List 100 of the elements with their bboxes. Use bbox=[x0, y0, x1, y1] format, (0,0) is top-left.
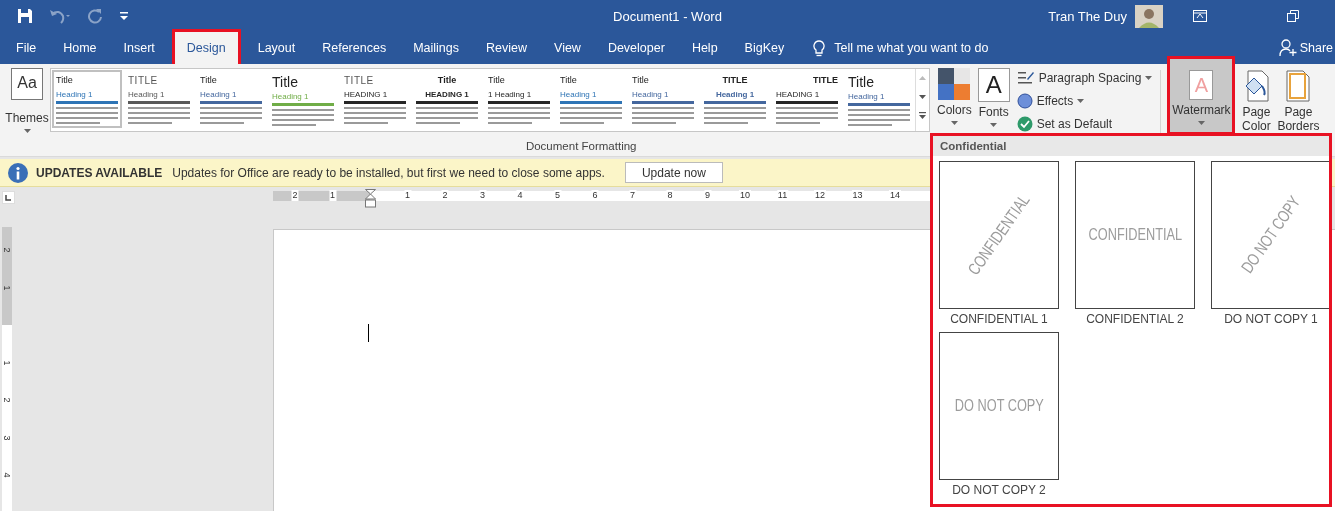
ribbon-tab[interactable]: Insert bbox=[113, 32, 165, 64]
option-label: CONFIDENTIAL 2 bbox=[1086, 312, 1184, 326]
ribbon-tab[interactable]: BigKey bbox=[734, 32, 795, 64]
ribbon-tab[interactable]: View bbox=[544, 32, 591, 64]
ribbon-tab[interactable]: Home bbox=[53, 32, 107, 64]
watermark-button[interactable]: A Watermark bbox=[1167, 56, 1236, 135]
caret-icon bbox=[990, 123, 998, 127]
style-thumbnail[interactable]: TITLE Heading 1 bbox=[700, 70, 770, 128]
set-as-default-button[interactable]: Set as Default bbox=[1016, 114, 1153, 133]
watermark-text: CONFIDENTIAL bbox=[1088, 225, 1182, 245]
ruler-number: 1 bbox=[329, 190, 336, 201]
text-lines-drawing bbox=[488, 107, 550, 124]
style-thumbnail[interactable]: TITLE HEADING 1 bbox=[772, 70, 842, 128]
thumbnail-heading: Heading 1 bbox=[200, 90, 237, 100]
option-label: DO NOT COPY 1 bbox=[1224, 312, 1318, 326]
text-lines-drawing bbox=[632, 107, 694, 124]
watermark-icon: A bbox=[1189, 70, 1214, 100]
style-thumbnail[interactable]: Title HEADING 1 bbox=[412, 70, 482, 128]
thumbnail-title: Title bbox=[848, 74, 875, 91]
ruler-number: 3 bbox=[2, 434, 12, 442]
user-name[interactable]: Tran The Duy bbox=[1048, 8, 1127, 24]
ruler-number: 1 bbox=[2, 284, 12, 292]
ribbon-tab[interactable]: Help bbox=[681, 32, 728, 64]
caret-icon bbox=[1145, 75, 1153, 80]
ruler-number: 5 bbox=[554, 190, 561, 201]
thumbnail-heading: Heading 1 bbox=[560, 90, 597, 100]
tab-selector-icon[interactable] bbox=[2, 191, 15, 204]
style-thumbnail[interactable]: TITLE Heading 1 bbox=[124, 70, 194, 128]
caret-icon bbox=[1077, 98, 1085, 103]
ruler-number: 8 bbox=[666, 190, 674, 201]
restore-icon[interactable] bbox=[1287, 10, 1299, 22]
caret-icon bbox=[950, 121, 958, 125]
indent-marker[interactable] bbox=[365, 189, 376, 208]
ruler-number: 1 bbox=[2, 359, 12, 367]
ribbon-tab[interactable]: Design bbox=[171, 29, 241, 67]
ribbon-tab[interactable]: File bbox=[6, 32, 47, 64]
ribbon-tab[interactable]: Developer bbox=[597, 32, 675, 64]
text-lines-drawing bbox=[704, 107, 766, 124]
text-lines-drawing bbox=[272, 109, 334, 126]
thumbnail-title: Title bbox=[632, 74, 650, 87]
customize-icon[interactable] bbox=[119, 11, 129, 21]
page-border-icon bbox=[1286, 70, 1311, 102]
style-thumbnail[interactable]: Title Heading 1 bbox=[844, 70, 914, 128]
text-lines-drawing bbox=[344, 107, 406, 124]
style-thumbnail[interactable]: Title Heading 1 bbox=[556, 70, 626, 128]
thumbnail-title: Title bbox=[488, 74, 506, 87]
thumbnail-heading: Heading 1 bbox=[56, 90, 93, 100]
thumbnail-heading: Heading 1 bbox=[715, 90, 755, 100]
tell-me-search[interactable]: Tell me what you want to do bbox=[834, 32, 989, 64]
text-lines-drawing bbox=[848, 109, 910, 126]
update-now-button[interactable]: Update now bbox=[624, 162, 723, 183]
check-icon bbox=[1016, 115, 1033, 132]
ruler-number: 3 bbox=[479, 190, 486, 201]
color-palette-icon bbox=[938, 68, 971, 100]
style-thumbnail[interactable]: Title Heading 1 bbox=[196, 70, 266, 128]
text-lines-drawing bbox=[416, 107, 478, 124]
avatar[interactable] bbox=[1135, 4, 1163, 28]
lightbulb-icon bbox=[813, 39, 826, 57]
ruler-number: 13 bbox=[851, 190, 864, 201]
menu-section-header: Confidential bbox=[933, 136, 1329, 156]
ribbon-tab[interactable]: Review bbox=[476, 32, 537, 64]
ruler-number: 4 bbox=[516, 190, 524, 201]
thumbnail-title: TITLE bbox=[344, 74, 375, 87]
ruler-number: 12 bbox=[814, 190, 826, 201]
ribbon-tab[interactable]: Mailings bbox=[403, 32, 469, 64]
paragraph-spacing-button[interactable]: Paragraph Spacing bbox=[1016, 68, 1153, 87]
ribbon-display-icon[interactable] bbox=[1193, 10, 1207, 22]
style-thumbnail[interactable]: Title Heading 1 bbox=[628, 70, 698, 128]
themes-button[interactable]: Aa Themes bbox=[4, 68, 50, 140]
ribbon-tab[interactable]: References bbox=[312, 32, 397, 64]
text-lines-drawing bbox=[560, 107, 622, 124]
style-thumbnail[interactable]: Title Heading 1 bbox=[52, 70, 122, 128]
ruler-number: 1 bbox=[404, 190, 411, 201]
effects-button[interactable]: Effects bbox=[1016, 91, 1153, 110]
style-thumbnail[interactable]: Title Heading 1 bbox=[268, 70, 338, 128]
thumbnail-heading: 1 Heading 1 bbox=[488, 90, 532, 100]
thumbnail-title: Title bbox=[56, 74, 74, 87]
thumbnail-title: Title bbox=[560, 74, 578, 87]
caret-icon bbox=[23, 129, 31, 133]
save-icon[interactable] bbox=[17, 8, 33, 24]
style-thumbnail[interactable]: TITLE HEADING 1 bbox=[340, 70, 410, 128]
ruler-number: 4 bbox=[2, 471, 12, 480]
share-icon bbox=[1278, 39, 1297, 57]
option-label: DO NOT COPY 2 bbox=[952, 483, 1046, 497]
ribbon-tab[interactable]: Layout bbox=[247, 32, 306, 64]
text-lines-drawing bbox=[128, 107, 190, 124]
update-message: Updates for Office are ready to be installed, but first we need to close some apps. bbox=[172, 165, 605, 180]
text-lines-drawing bbox=[776, 107, 838, 124]
window-title: Document1 - Word bbox=[613, 8, 722, 24]
ruler-number: 2 bbox=[441, 190, 449, 201]
share-button[interactable]: Share bbox=[1278, 32, 1333, 64]
ruler-number: 2 bbox=[2, 396, 12, 405]
ruler-number: 7 bbox=[629, 190, 636, 201]
thumbnail-title: TITLE bbox=[128, 74, 159, 87]
style-thumbnail[interactable]: Title 1 Heading 1 bbox=[484, 70, 554, 128]
thumbnail-title: Title bbox=[272, 74, 299, 91]
thumbnail-heading: Heading 1 bbox=[272, 92, 309, 102]
ruler-number: 2 bbox=[291, 190, 299, 201]
ruler-number: 10 bbox=[739, 190, 751, 201]
ruler-number: 9 bbox=[704, 190, 711, 201]
